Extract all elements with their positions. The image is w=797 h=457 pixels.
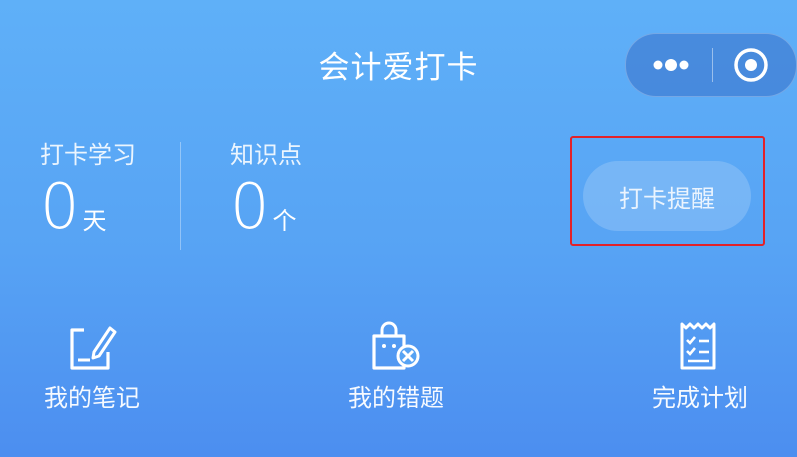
mini-program-capsule	[625, 33, 797, 97]
checkin-days-label: 打卡学习	[40, 141, 136, 169]
stats-divider	[180, 142, 181, 250]
checklist-plan-icon	[680, 322, 716, 370]
checkin-reminder-button[interactable]: 打卡提醒	[583, 161, 751, 231]
nav-wrong-questions-label: 我的错题	[348, 384, 444, 412]
knowledge-points-number: 0	[230, 170, 270, 243]
nav-wrong-questions[interactable]: 我的错题	[326, 320, 466, 413]
checkin-days-value: 0 天	[40, 176, 106, 238]
wrong-questions-bag-icon	[372, 321, 420, 370]
checkin-days-unit: 天	[82, 207, 107, 235]
knowledge-points-value: 0 个	[230, 176, 296, 238]
nav-my-notes-label: 我的笔记	[44, 384, 140, 412]
nav-complete-plan-label: 完成计划	[652, 384, 748, 412]
checkin-days-number: 0	[40, 170, 80, 243]
capsule-divider	[712, 48, 713, 82]
record-target-icon[interactable]	[732, 46, 770, 84]
more-dots-icon[interactable]	[650, 52, 692, 78]
nav-complete-plan[interactable]: 完成计划	[630, 320, 770, 413]
notes-edit-icon	[70, 326, 117, 370]
knowledge-points-unit: 个	[272, 207, 297, 235]
knowledge-points-label: 知识点	[230, 141, 302, 169]
nav-my-notes[interactable]: 我的笔记	[22, 320, 162, 413]
